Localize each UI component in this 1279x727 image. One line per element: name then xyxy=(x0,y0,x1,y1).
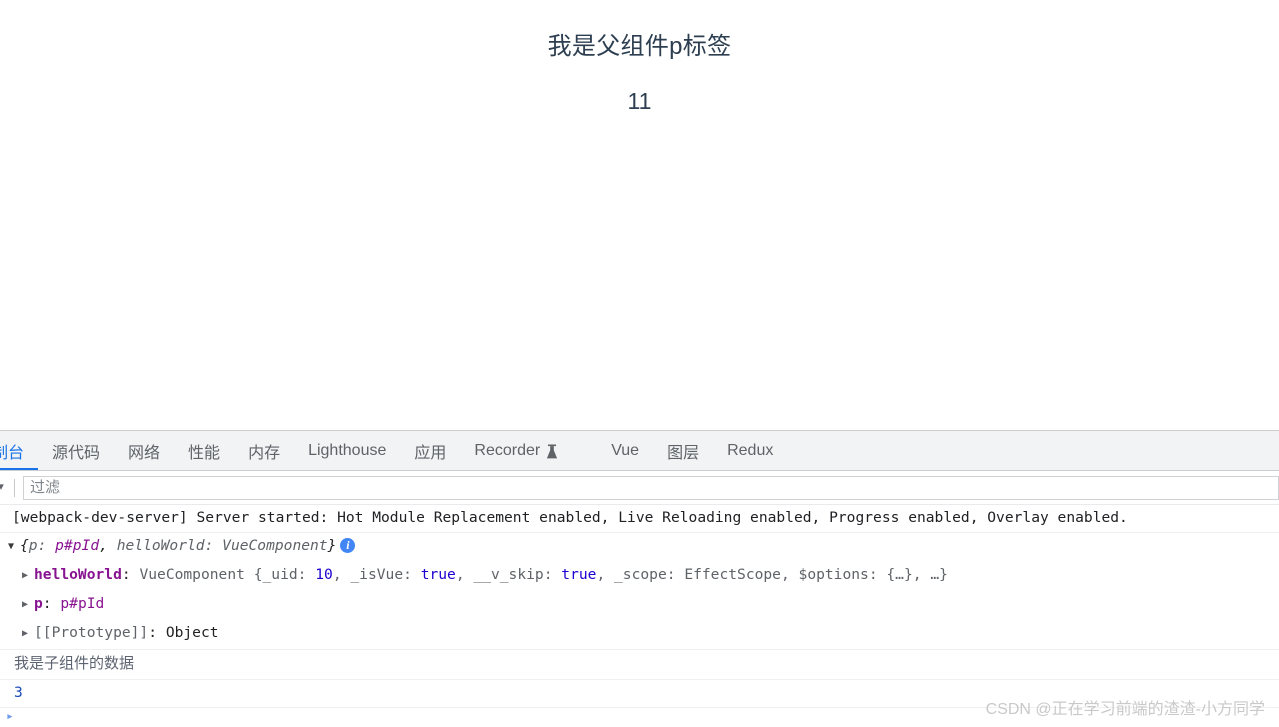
console-message-object[interactable]: ▼ {p: p#pId, helloWorld: VueComponent} i xyxy=(0,533,1279,562)
flask-icon xyxy=(545,444,559,460)
tab-console[interactable]: 控制台 xyxy=(0,431,39,470)
tab-vue[interactable]: Vue xyxy=(597,431,653,470)
console-object-property-helloworld[interactable]: ▶ helloWorld: VueComponent {_uid: 10, _is… xyxy=(0,562,1279,591)
obj-value-helloworld: VueComponent xyxy=(222,537,328,554)
obj-value-p: p#pId xyxy=(55,537,100,554)
tab-application[interactable]: 应用 xyxy=(400,431,460,470)
browser-window: 我是父组件p标签 11 控制台 源代码 网络 性能 内存 xyxy=(0,0,1279,727)
page-content: 我是父组件p标签 11 xyxy=(0,0,1279,116)
info-icon[interactable]: i xyxy=(340,537,356,553)
property-constructor: VueComponent xyxy=(139,566,245,583)
tab-label: 源代码 xyxy=(52,444,101,462)
console-object-property-prototype[interactable]: ▶ [[Prototype]]: Object xyxy=(0,620,1279,650)
active-tab-indicator xyxy=(0,467,39,470)
brace-open: { xyxy=(20,537,29,554)
parent-component-paragraph: 我是父组件p标签 xyxy=(547,33,732,60)
disclosure-triangle-open-icon[interactable]: ▼ xyxy=(8,536,20,558)
web-page-viewport: 我是父组件p标签 11 xyxy=(0,0,1279,430)
tab-recorder[interactable]: Recorder xyxy=(460,431,573,470)
property-body: {_uid: 10, _isVue: true, __v_skip: true,… xyxy=(253,566,948,583)
tab-label: Lighthouse xyxy=(308,441,387,459)
tab-label: Recorder xyxy=(474,441,541,459)
obj-key-p: p: xyxy=(28,537,47,554)
tab-layers[interactable]: 图层 xyxy=(653,431,713,470)
obj-comma: , xyxy=(99,537,108,554)
console-message-webpack: [webpack-dev-server] Server started: Hot… xyxy=(0,505,1279,533)
console-message-child-data: 我是子组件的数据 xyxy=(0,650,1279,680)
console-prompt-row[interactable]: ▸ xyxy=(0,708,1279,727)
tab-label: 控制台 xyxy=(0,444,25,462)
tab-label: 网络 xyxy=(128,444,161,462)
filter-input[interactable] xyxy=(23,475,1279,500)
tab-network[interactable]: 网络 xyxy=(114,431,174,470)
tab-label: Redux xyxy=(727,441,774,459)
disclosure-triangle-icon[interactable]: ▶ xyxy=(22,594,34,616)
tab-label: 性能 xyxy=(188,444,221,462)
devtools-tabbar: 控制台 源代码 网络 性能 内存 Lighthouse 应用 xyxy=(0,431,1279,471)
tab-lighthouse[interactable]: Lighthouse xyxy=(294,431,400,470)
console-toolbar: ▾ xyxy=(0,471,1279,505)
disclosure-triangle-icon[interactable]: ▶ xyxy=(22,565,34,587)
property-colon: : xyxy=(121,566,131,583)
property-value: Object xyxy=(165,624,219,641)
console-message-number: 3 xyxy=(0,680,1279,708)
prompt-arrow-icon: ▸ xyxy=(6,709,14,724)
tab-redux[interactable]: Redux xyxy=(713,431,787,470)
devtools-panel: 控制台 源代码 网络 性能 内存 Lighthouse 应用 xyxy=(0,430,1279,727)
chevron-down-icon[interactable]: ▾ xyxy=(0,482,8,493)
property-value: p#pId xyxy=(60,595,105,612)
console-object-property-p[interactable]: ▶ p: p#pId xyxy=(0,591,1279,620)
property-colon: : xyxy=(148,624,158,641)
tab-label: 图层 xyxy=(667,444,700,462)
tab-label: 应用 xyxy=(414,444,447,462)
tab-memory[interactable]: 内存 xyxy=(234,431,294,470)
brace-close: } xyxy=(327,537,337,554)
tab-label: Vue xyxy=(611,441,640,459)
tab-performance[interactable]: 性能 xyxy=(174,431,234,470)
property-key: p xyxy=(34,595,43,612)
obj-key-helloworld: helloWorld: xyxy=(116,537,214,554)
tab-label: 内存 xyxy=(248,444,281,462)
property-colon: : xyxy=(42,595,52,612)
property-key: [[Prototype]] xyxy=(34,624,149,641)
property-key: helloWorld xyxy=(34,566,122,583)
parent-component-number: 11 xyxy=(627,88,652,114)
tab-sources[interactable]: 源代码 xyxy=(38,431,114,470)
console-message-list[interactable]: [webpack-dev-server] Server started: Hot… xyxy=(0,505,1279,727)
disclosure-triangle-icon[interactable]: ▶ xyxy=(22,623,34,645)
toolbar-divider xyxy=(14,478,15,497)
